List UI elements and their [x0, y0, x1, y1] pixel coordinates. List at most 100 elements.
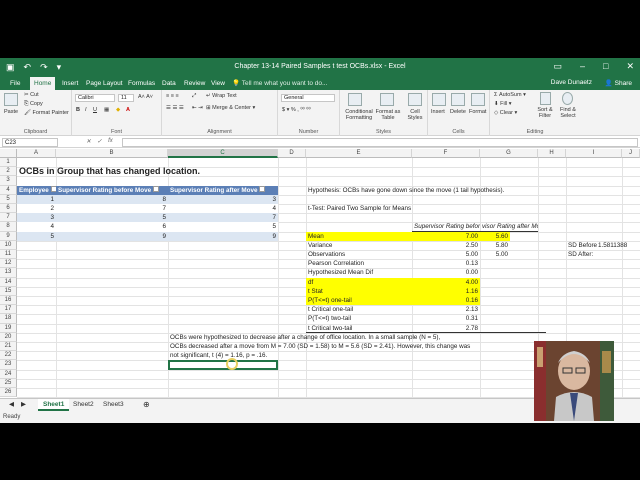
tab-insert[interactable]: Insert	[58, 77, 82, 90]
column-header-j[interactable]: J	[622, 149, 640, 158]
column-header-b[interactable]: B	[56, 149, 168, 158]
wrap-text-button[interactable]: ↵ Wrap Text	[206, 93, 237, 99]
ttest-row-label[interactable]: P(T<=t) one-tail	[306, 296, 412, 306]
row-header-15[interactable]: 15	[0, 286, 17, 296]
ttest-value-before[interactable]: 0.00	[412, 268, 480, 277]
ttest-value-after[interactable]	[480, 259, 510, 268]
ttest-value-before[interactable]: 7.00	[412, 231, 480, 241]
insert-cells-icon[interactable]	[432, 93, 446, 106]
fx-icon[interactable]: fx	[108, 138, 113, 145]
table-header-after[interactable]: Supervisor Rating after Move	[168, 185, 278, 195]
conditional-formatting-icon[interactable]	[348, 93, 362, 106]
bold-button[interactable]: B	[76, 107, 80, 113]
sheet-nav-next-icon[interactable]: ▶	[16, 399, 31, 411]
format-cells-icon[interactable]	[471, 93, 485, 106]
font-color-icon[interactable]: A	[126, 107, 130, 113]
ttest-value-before[interactable]: 0.16	[412, 296, 480, 306]
ttest-row-label[interactable]: Pearson Correlation	[306, 259, 412, 268]
sheet-tab-2[interactable]: Sheet2	[68, 399, 99, 411]
user-name[interactable]: Dave Dunaetz	[551, 79, 592, 86]
column-header-e[interactable]: E	[306, 149, 412, 158]
sheet-tab-3[interactable]: Sheet3	[98, 399, 129, 411]
row-header-8[interactable]: 8	[0, 222, 17, 232]
ttest-value-after[interactable]	[480, 296, 510, 305]
column-header-i[interactable]: I	[566, 149, 622, 158]
tab-formulas[interactable]: Formulas	[124, 77, 159, 90]
format-as-table-button[interactable]: Format as Table	[374, 109, 402, 121]
ttest-col1-header[interactable]: Supervisor Rating before Move	[412, 222, 480, 232]
fill-button[interactable]: ⬇ Fill ▾	[494, 101, 511, 107]
format-as-table-icon[interactable]	[380, 93, 394, 106]
row-header-10[interactable]: 10	[0, 240, 17, 250]
ttest-value-before[interactable]: 1.16	[412, 286, 480, 296]
cancel-icon[interactable]: ✕	[86, 138, 91, 145]
cut-button[interactable]: ✂ Cut	[24, 92, 39, 98]
table-header-employee[interactable]: Employee	[17, 185, 57, 195]
sd-before-value[interactable]: 1.5811388	[596, 241, 640, 250]
row-header-22[interactable]: 22	[0, 351, 17, 361]
table-cell[interactable]: 3	[17, 213, 56, 223]
ttest-row-label[interactable]: Variance	[306, 241, 412, 250]
sheet-tab-1[interactable]: Sheet1	[38, 399, 70, 411]
row-header-11[interactable]: 11	[0, 250, 17, 260]
share-button[interactable]: 👤 Share	[605, 79, 632, 87]
borders-icon[interactable]: ▦	[104, 107, 109, 113]
conditional-formatting-button[interactable]: Conditional Formatting	[342, 109, 376, 121]
row-header-16[interactable]: 16	[0, 296, 17, 306]
column-header-c[interactable]: C	[168, 149, 278, 158]
tab-data[interactable]: Data	[158, 77, 180, 90]
row-header-4[interactable]: 4	[0, 185, 17, 195]
table-cell[interactable]: 4	[168, 204, 278, 214]
font-grow-icon[interactable]: A˄ A˅	[138, 94, 153, 100]
row-header-13[interactable]: 13	[0, 268, 17, 278]
active-cell-c23[interactable]	[168, 360, 278, 370]
column-header-a[interactable]: A	[17, 149, 56, 158]
row-header-5[interactable]: 5	[0, 194, 17, 204]
sheet-title-cell[interactable]: OCBs in Group that has changed location.	[17, 166, 202, 176]
row-header-23[interactable]: 23	[0, 360, 17, 370]
row-header-20[interactable]: 20	[0, 332, 17, 342]
row-header-17[interactable]: 17	[0, 305, 17, 315]
sort-filter-icon[interactable]	[540, 92, 551, 105]
format-painter-button[interactable]: 🖌 Format Painter	[24, 110, 69, 116]
ttest-value-after[interactable]	[480, 268, 510, 277]
ttest-value-before[interactable]: 2.13	[412, 305, 480, 314]
number-format-select[interactable]: General	[281, 94, 335, 102]
select-all-corner[interactable]	[0, 149, 17, 158]
align-left-icons[interactable]: ☰ ☰ ☰	[166, 105, 184, 111]
table-cell[interactable]: 7	[56, 204, 168, 214]
tab-review[interactable]: Review	[180, 77, 209, 90]
ttest-value-before[interactable]: 2.50	[412, 241, 480, 250]
ttest-col2-header[interactable]: visor Rating after Move	[480, 222, 538, 232]
table-cell[interactable]: 9	[168, 231, 278, 241]
row-header-18[interactable]: 18	[0, 314, 17, 324]
table-cell[interactable]: 6	[56, 222, 168, 232]
table-cell[interactable]: 1	[17, 194, 56, 204]
copy-button[interactable]: ⎘ Copy	[24, 101, 43, 108]
add-sheet-icon[interactable]: ⊕	[138, 399, 155, 411]
tab-file[interactable]: File	[6, 77, 24, 90]
ribbon-display-icon[interactable]: ▭	[553, 61, 562, 72]
summary-line[interactable]: OCBs decreased after a move from M = 7.0…	[168, 342, 472, 351]
paste-button[interactable]: Paste	[4, 109, 18, 115]
italic-button[interactable]: I	[85, 107, 87, 113]
table-cell[interactable]: 9	[56, 231, 168, 241]
font-size-select[interactable]: 11	[118, 94, 134, 102]
row-header-14[interactable]: 14	[0, 277, 17, 287]
row-header-2[interactable]: 2	[0, 167, 17, 177]
row-header-19[interactable]: 19	[0, 323, 17, 333]
summary-line[interactable]: OCBs were hypothesized to decrease after…	[168, 333, 442, 342]
ttest-value-after[interactable]: 5.60	[480, 231, 510, 241]
tab-view[interactable]: View	[207, 77, 229, 90]
ttest-value-after[interactable]: 5.00	[480, 250, 510, 259]
fill-color-icon[interactable]: ◆	[116, 107, 120, 113]
formula-input[interactable]	[122, 138, 638, 147]
ttest-value-after[interactable]	[480, 314, 510, 323]
column-header-h[interactable]: H	[538, 149, 566, 158]
row-header-24[interactable]: 24	[0, 369, 17, 379]
find-select-button[interactable]: Find & Select	[556, 107, 580, 119]
format-cells-button[interactable]: Format	[469, 109, 486, 115]
table-cell[interactable]: 5	[168, 222, 278, 232]
ttest-value-after[interactable]: 5.80	[480, 241, 510, 250]
row-header-3[interactable]: 3	[0, 176, 17, 186]
